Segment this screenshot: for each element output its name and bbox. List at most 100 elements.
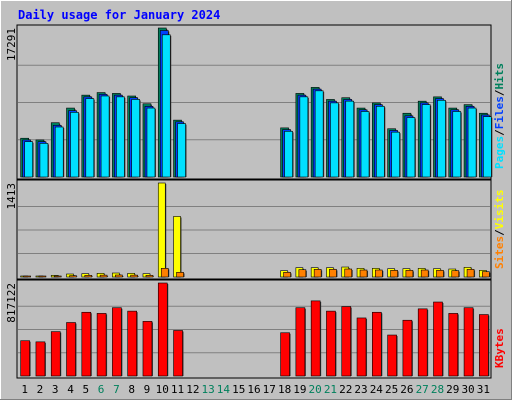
bar-kbytes-kbytes-day-19 (295, 307, 306, 377)
panel-hits-legend: Pages/Files/Hits (493, 63, 506, 169)
panel-hits-ymax-label: 17291 (5, 28, 18, 61)
x-tick-day-21: 21 (324, 383, 337, 396)
bar-kbytes-kbytes-day-20 (310, 300, 321, 377)
bar-kbytes-kbytes-day-10 (157, 282, 168, 377)
x-tick-day-26: 26 (400, 383, 413, 396)
bar-kbytes-kbytes-day-3 (50, 331, 61, 377)
bar-visits-sites-day-3 (53, 275, 62, 278)
x-tick-day-24: 24 (370, 383, 384, 396)
x-tick-day-11: 11 (171, 383, 184, 396)
bar-visits-sites-day-26 (405, 270, 414, 278)
bar-hits-pages-day-9 (146, 107, 156, 178)
x-tick-day-1: 1 (21, 383, 28, 396)
bar-hits-pages-day-29 (452, 111, 462, 178)
bar-visits-sites-day-6 (99, 274, 108, 278)
bar-hits-pages-day-18 (284, 131, 293, 178)
bar-kbytes-kbytes-day-11 (173, 330, 183, 377)
bar-hits-pages-day-25 (391, 131, 400, 178)
bar-visits-sites-day-1 (23, 275, 31, 278)
bar-hits-pages-day-28 (437, 100, 446, 178)
bar-visits-visits-day-11 (173, 216, 181, 278)
bar-visits-sites-day-19 (298, 269, 307, 278)
bar-visits-sites-day-24 (375, 269, 383, 278)
panel-kbytes-ymax-label: 817122 (5, 283, 18, 323)
bar-visits-sites-day-11 (176, 272, 184, 278)
bar-hits-pages-day-24 (376, 106, 385, 178)
x-tick-day-8: 8 (128, 383, 135, 396)
bar-hits-pages-day-11 (177, 123, 186, 178)
x-tick-day-2: 2 (37, 383, 44, 396)
x-tick-day-7: 7 (113, 383, 120, 396)
x-tick-day-10: 10 (156, 383, 169, 396)
bar-visits-sites-day-8 (130, 274, 138, 278)
bar-visits-sites-day-4 (69, 275, 77, 278)
bar-kbytes-kbytes-day-5 (81, 311, 92, 377)
bar-hits-pages-day-20 (314, 90, 324, 178)
legend-files: Files (493, 96, 506, 129)
chart-title: Daily usage for January 2024 (18, 8, 220, 22)
bar-hits-pages-day-21 (330, 102, 339, 178)
panel-visits-ymax-label: 1413 (5, 183, 18, 210)
x-tick-day-9: 9 (144, 383, 151, 396)
bar-hits-pages-day-5 (85, 98, 95, 178)
x-tick-day-13: 13 (202, 383, 215, 396)
bar-kbytes-kbytes-day-25 (387, 334, 397, 377)
panel-kbytes-legend: KBytes (493, 328, 506, 368)
bar-visits-sites-day-5 (84, 275, 93, 278)
x-tick-day-22: 22 (339, 383, 352, 396)
x-tick-day-20: 20 (309, 383, 322, 396)
bar-visits-sites-day-18 (283, 272, 291, 278)
bar-visits-sites-day-20 (313, 269, 322, 278)
bar-hits-pages-day-22 (345, 100, 355, 178)
panel-visits-legend: Sites/Visits (493, 190, 506, 270)
x-tick-day-3: 3 (52, 383, 59, 396)
bar-hits-pages-day-7 (116, 96, 125, 178)
bar-kbytes-kbytes-day-6 (96, 313, 107, 377)
bar-kbytes-kbytes-day-24 (372, 311, 382, 377)
x-tick-day-29: 29 (446, 383, 459, 396)
bar-visits-sites-day-9 (145, 275, 154, 278)
bar-kbytes-kbytes-day-1 (20, 340, 30, 377)
x-tick-day-31: 31 (477, 383, 490, 396)
bar-hits-pages-day-27 (421, 104, 431, 178)
bar-hits-pages-day-26 (406, 117, 416, 178)
bar-visits-sites-day-31 (482, 271, 490, 278)
bar-visits-sites-day-28 (436, 270, 444, 278)
x-tick-day-6: 6 (98, 383, 105, 396)
bar-hits-pages-day-30 (467, 107, 477, 178)
bar-visits-sites-day-29 (451, 270, 460, 278)
bar-visits-visits-day-10 (157, 182, 166, 278)
bar-kbytes-kbytes-day-28 (433, 301, 443, 377)
bar-kbytes-kbytes-day-4 (66, 322, 76, 377)
x-tick-day-5: 5 (82, 383, 89, 396)
bar-visits-sites-day-22 (344, 268, 353, 278)
bar-kbytes-kbytes-day-27 (417, 308, 428, 377)
bar-kbytes-kbytes-day-31 (479, 314, 489, 377)
x-tick-day-16: 16 (247, 383, 260, 396)
bar-visits-sites-day-2 (38, 275, 47, 278)
x-tick-day-12: 12 (186, 383, 199, 396)
bar-hits-pages-day-10 (161, 34, 171, 178)
bar-kbytes-kbytes-day-7 (112, 307, 122, 377)
bar-visits-sites-day-7 (115, 274, 123, 278)
legend-visits: Visits (493, 190, 506, 230)
bar-hits-pages-day-3 (54, 126, 64, 178)
bar-kbytes-kbytes-day-22 (341, 306, 352, 377)
x-tick-day-14: 14 (217, 383, 231, 396)
bar-visits-sites-day-10 (160, 268, 169, 278)
bar-hits-pages-day-23 (360, 111, 370, 178)
bar-kbytes-kbytes-day-21 (326, 310, 336, 377)
x-tick-day-23: 23 (354, 383, 367, 396)
legend-hits: Hits (493, 63, 506, 90)
bar-hits-pages-day-19 (299, 96, 309, 178)
chart-panels: 17291 Pages/Files/Hits 1413 Sites/Visits 817… (5, 24, 506, 379)
bar-hits-pages-day-2 (39, 143, 49, 178)
bar-kbytes-kbytes-day-26 (402, 319, 413, 377)
legend-sites: Sites (493, 236, 506, 269)
bar-visits-sites-day-23 (359, 269, 368, 278)
bar-kbytes-kbytes-day-29 (448, 313, 459, 377)
bar-kbytes-kbytes-day-2 (35, 341, 46, 377)
bar-hits-pages-day-8 (131, 99, 140, 178)
x-tick-day-30: 30 (461, 383, 474, 396)
bar-hits-pages-day-31 (483, 116, 492, 178)
